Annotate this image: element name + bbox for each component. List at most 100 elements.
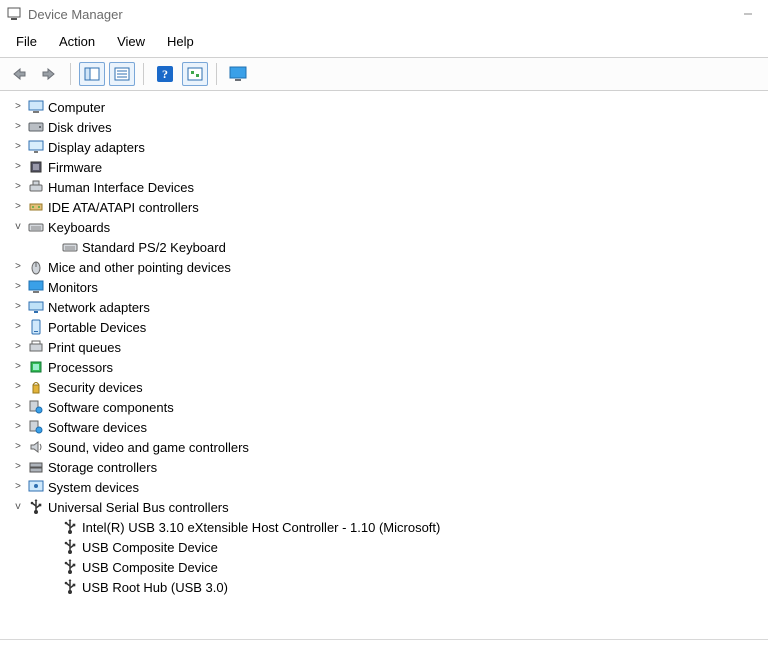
tree-category-processors[interactable]: > Processors (0, 357, 768, 377)
usb-icon (62, 539, 78, 555)
scan-hardware-button[interactable] (182, 62, 208, 86)
expand-icon[interactable]: > (12, 382, 24, 393)
minimize-button[interactable] (734, 4, 762, 24)
tree-category-network-adapters[interactable]: > Network adapters (0, 297, 768, 317)
expand-icon[interactable]: > (12, 342, 24, 353)
back-button[interactable] (6, 62, 32, 86)
tree-device-label: Intel(R) USB 3.10 eXtensible Host Contro… (82, 520, 440, 535)
menu-help[interactable]: Help (157, 32, 204, 51)
tree-device-usb-composite-2[interactable]: USB Composite Device (0, 557, 768, 577)
show-hide-tree-button[interactable] (79, 62, 105, 86)
usb-icon (62, 559, 78, 575)
expand-icon[interactable]: > (12, 282, 24, 293)
expand-icon[interactable]: > (12, 122, 24, 133)
tree-category-mice[interactable]: > Mice and other pointing devices (0, 257, 768, 277)
tree-category-portable-devices[interactable]: >Portable Devices (0, 317, 768, 337)
help-button[interactable]: ? (152, 62, 178, 86)
speaker-icon (28, 439, 44, 455)
tree-category-label: Human Interface Devices (48, 180, 194, 195)
expand-icon[interactable]: > (12, 202, 24, 213)
tree-category-label: Mice and other pointing devices (48, 260, 231, 275)
properties-button[interactable] (109, 62, 135, 86)
toolbar-separator (70, 63, 71, 85)
monitor-blue-icon (28, 279, 44, 295)
tree-category-software-components[interactable]: >Software components (0, 397, 768, 417)
expand-icon[interactable]: > (12, 442, 24, 453)
tree-category-ide-atapi[interactable]: >IDE ATA/ATAPI controllers (0, 197, 768, 217)
printer-icon (28, 339, 44, 355)
forward-button[interactable] (36, 62, 62, 86)
network-icon (28, 299, 44, 315)
window-title: Device Manager (28, 7, 123, 22)
software-icon (28, 419, 44, 435)
tree-device-usb-root-hub[interactable]: USB Root Hub (USB 3.0) (0, 577, 768, 597)
device-tree[interactable]: >Computer>Disk drives>Display adapters>F… (0, 91, 768, 639)
tree-category-system-devices[interactable]: > System devices (0, 477, 768, 497)
tree-category-label: Network adapters (48, 300, 150, 315)
tree-category-sound[interactable]: > Sound, video and game controllers (0, 437, 768, 457)
svg-text:?: ? (162, 67, 168, 81)
expand-icon[interactable]: > (12, 162, 24, 173)
monitor-button[interactable] (225, 62, 251, 86)
tree-category-monitors[interactable]: > Monitors (0, 277, 768, 297)
tree-category-storage-controllers[interactable]: > Storage controllers (0, 457, 768, 477)
expand-icon[interactable]: > (12, 262, 24, 273)
security-icon (28, 379, 44, 395)
expand-icon[interactable]: > (12, 322, 24, 333)
expand-icon[interactable]: > (12, 362, 24, 373)
tree-category-label: Software devices (48, 420, 147, 435)
collapse-icon[interactable]: v (12, 222, 24, 233)
tree-category-hid[interactable]: > Human Interface Devices (0, 177, 768, 197)
expand-icon[interactable]: > (12, 462, 24, 473)
tree-category-label: Display adapters (48, 140, 145, 155)
tree-category-label: Sound, video and game controllers (48, 440, 249, 455)
tree-category-label: Monitors (48, 280, 98, 295)
tree-category-software-devices[interactable]: > Software devices (0, 417, 768, 437)
tree-device-usb-composite-1[interactable]: USB Composite Device (0, 537, 768, 557)
tree-category-label: Computer (48, 100, 105, 115)
tree-category-disk-drives[interactable]: >Disk drives (0, 117, 768, 137)
display-icon (28, 139, 44, 155)
portable-icon (28, 319, 44, 335)
expand-icon[interactable]: > (12, 102, 24, 113)
app-icon (6, 6, 22, 22)
expand-icon[interactable]: > (12, 302, 24, 313)
menubar: File Action View Help (0, 28, 768, 58)
toolbar-separator (216, 63, 217, 85)
expand-icon[interactable]: > (12, 142, 24, 153)
keyboard-icon (28, 219, 44, 235)
tree-device-label: USB Root Hub (USB 3.0) (82, 580, 228, 595)
tree-category-security-devices[interactable]: >Security devices (0, 377, 768, 397)
usb-icon (62, 579, 78, 595)
tree-category-label: Firmware (48, 160, 102, 175)
expand-icon[interactable]: > (12, 182, 24, 193)
software-icon (28, 399, 44, 415)
statusbar-area (0, 639, 768, 653)
expand-icon[interactable]: > (12, 402, 24, 413)
chip-icon (28, 159, 44, 175)
menu-action[interactable]: Action (49, 32, 105, 51)
titlebar: Device Manager (0, 0, 768, 28)
tree-category-label: System devices (48, 480, 139, 495)
tree-category-label: Processors (48, 360, 113, 375)
tree-category-keyboards[interactable]: vKeyboards (0, 217, 768, 237)
system-icon (28, 479, 44, 495)
usb-icon (62, 519, 78, 535)
collapse-icon[interactable]: v (12, 502, 24, 513)
menu-view[interactable]: View (107, 32, 155, 51)
hid-icon (28, 179, 44, 195)
menu-file[interactable]: File (6, 32, 47, 51)
tree-category-display-adapters[interactable]: > Display adapters (0, 137, 768, 157)
keyboard-icon (62, 239, 78, 255)
tree-category-computer[interactable]: > Computer (0, 97, 768, 117)
tree-device-std-ps2-keyboard[interactable]: Standard PS/2 Keyboard (0, 237, 768, 257)
tree-category-label: Storage controllers (48, 460, 157, 475)
storage-icon (28, 459, 44, 475)
expand-icon[interactable]: > (12, 482, 24, 493)
toolbar-separator (143, 63, 144, 85)
expand-icon[interactable]: > (12, 422, 24, 433)
tree-category-usb[interactable]: vUniversal Serial Bus controllers (0, 497, 768, 517)
tree-category-firmware[interactable]: > Firmware (0, 157, 768, 177)
tree-device-usb-3-host[interactable]: Intel(R) USB 3.10 eXtensible Host Contro… (0, 517, 768, 537)
tree-category-print-queues[interactable]: >Print queues (0, 337, 768, 357)
